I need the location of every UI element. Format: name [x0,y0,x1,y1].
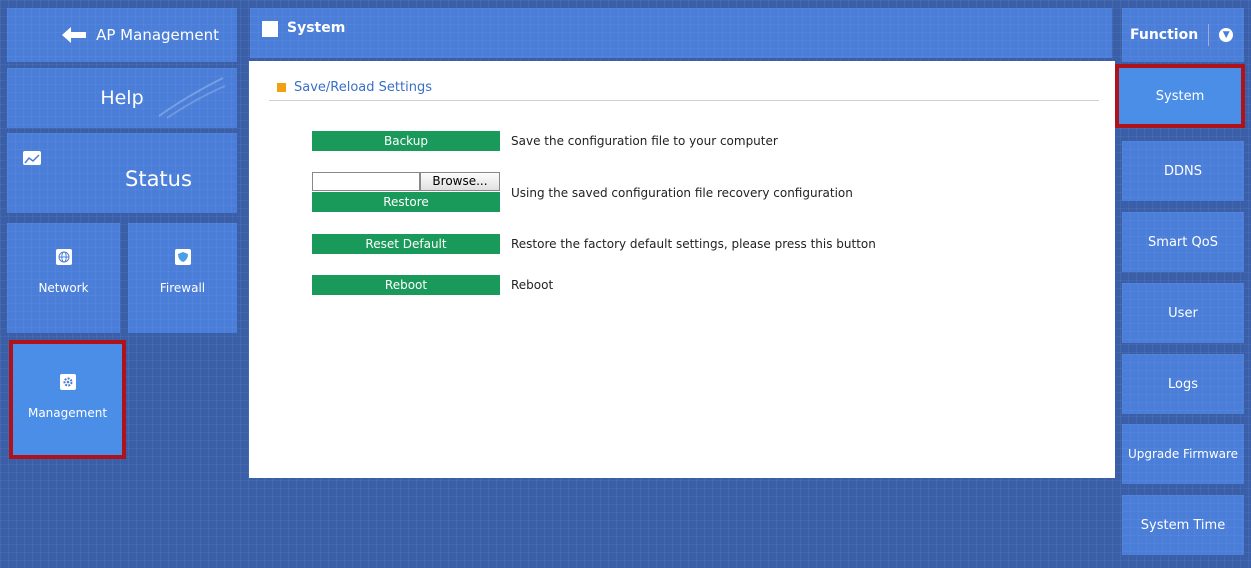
function-item-ddns[interactable]: DDNS [1122,141,1244,201]
function-item-label: Smart QoS [1148,234,1218,250]
reset-default-button[interactable]: Reset Default [312,234,500,254]
function-label: Function [1130,27,1199,43]
restore-button[interactable]: Restore [312,192,500,212]
section-divider [269,100,1099,101]
restore-description: Using the saved configuration file recov… [511,186,853,200]
swoosh-decoration-icon [158,77,226,119]
ap-management-button[interactable]: AP Management [7,8,237,62]
network-tile[interactable]: Network [7,223,120,333]
shield-icon [174,249,191,265]
function-item-label: Upgrade Firmware [1127,447,1239,461]
back-arrow-icon [62,27,87,43]
help-label: Help [100,87,144,109]
chevron-down-icon[interactable]: ▼ [1219,28,1234,42]
function-item-user[interactable]: User [1122,283,1244,343]
status-label: Status [125,167,192,191]
page-title-bar: System [250,8,1112,58]
section-bullet-icon [277,83,286,92]
globe-icon [55,249,72,265]
ap-management-label: AP Management [96,26,219,44]
file-chooser[interactable]: Browse... [312,172,500,191]
firewall-label: Firewall [159,281,206,295]
section-title: Save/Reload Settings [277,80,432,95]
settings-panel: Save/Reload Settings Backup Save the con… [249,61,1115,478]
firewall-tile[interactable]: Firewall [128,223,237,333]
function-item-system-time[interactable]: System Time [1122,495,1244,555]
section-title-text: Save/Reload Settings [294,80,432,95]
file-path-input[interactable] [312,172,420,191]
gear-icon [59,374,76,390]
status-tile[interactable]: Status [7,133,237,213]
page-title: System [287,20,346,36]
help-tile[interactable]: Help [7,68,237,128]
management-tile[interactable]: Management [9,340,126,459]
function-item-label: System Time [1140,517,1226,533]
reset-description: Restore the factory default settings, pl… [511,237,876,251]
function-item-smart-qos[interactable]: Smart QoS [1122,212,1244,272]
chart-icon [23,151,41,165]
management-label: Management [27,406,108,420]
reboot-description: Reboot [511,278,554,292]
reboot-button[interactable]: Reboot [312,275,500,295]
backup-button[interactable]: Backup [312,131,500,151]
function-item-label: Logs [1168,376,1198,392]
browse-button[interactable]: Browse... [420,172,500,191]
function-item-system[interactable]: System [1115,64,1245,128]
backup-description: Save the configuration file to your comp… [511,134,778,148]
function-item-label: DDNS [1164,163,1202,179]
header-divider [1208,24,1210,46]
function-item-logs[interactable]: Logs [1122,354,1244,414]
function-item-label: System [1155,88,1205,104]
network-label: Network [38,281,89,295]
function-item-label: User [1168,305,1198,321]
function-menu-header[interactable]: Function ▼ [1122,8,1244,62]
function-item-upgrade-firmware[interactable]: Upgrade Firmware [1122,424,1244,484]
window-icon [262,21,278,37]
